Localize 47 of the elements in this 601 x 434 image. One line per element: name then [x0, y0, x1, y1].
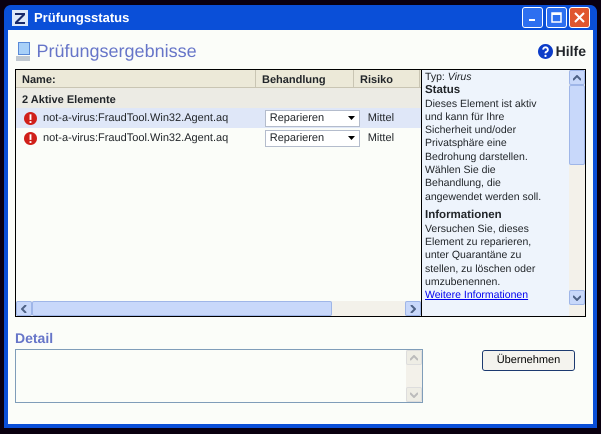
column-header[interactable]: Behandlung	[256, 70, 354, 87]
treatment-dropdown[interactable]: Reparieren	[264, 130, 360, 146]
window-title: Prüfungsstatus	[34, 8, 130, 27]
status-heading: Status	[425, 84, 462, 98]
maximize-icon	[550, 12, 562, 23]
threat-name: not-a-virus:FraudTool.Win32.Agent.aq	[43, 130, 230, 146]
risk-cell-text: Mittel	[368, 130, 394, 146]
treatment-dropdown[interactable]: Reparieren	[264, 110, 360, 126]
threat-name: not-a-virus:FraudTool.Win32.Agent.aq	[43, 110, 230, 126]
computer-icon	[15, 40, 31, 62]
info-text: Versuchen Sie, dieses Element zu reparieren, unter Quarantäne zu stellen, zu löschen oder umzubenennen.	[425, 222, 536, 290]
apply-button[interactable]: Übernehmen	[482, 350, 575, 370]
scrollbar-thumb[interactable]	[569, 85, 585, 165]
warning-icon	[24, 112, 37, 124]
close-button[interactable]	[569, 7, 590, 28]
app-logo-icon	[12, 10, 28, 26]
right-chevron-icon	[410, 304, 416, 312]
up-chevron-icon	[573, 74, 581, 80]
scrollbar-thumb[interactable]	[32, 301, 332, 316]
up-chevron-icon	[410, 354, 418, 360]
dropdown-caret-icon	[348, 116, 355, 120]
column-header[interactable]: Name:	[16, 70, 256, 87]
minimize-button[interactable]	[522, 7, 543, 28]
status-text: Dieses Element ist aktiv und kann für Ihre Sicherheit und/oder Privatsphäre eine Bedrohung darstellen. Wählen Sie die Behandlung, die angewendet werden soll.	[425, 98, 542, 204]
page-heading: Prüfungsergebnisse	[36, 40, 197, 63]
risk-cell-text: Mittel	[368, 110, 394, 126]
left-chevron-icon	[21, 304, 27, 312]
down-chevron-icon	[410, 392, 418, 398]
detail-label: Detail	[15, 329, 54, 348]
scroll-down-button[interactable]	[569, 290, 585, 305]
type-line: Typ: Virus	[425, 71, 472, 84]
info-heading: Informationen	[425, 209, 503, 223]
scroll-left-button[interactable]	[16, 301, 32, 316]
close-icon	[574, 12, 586, 23]
help-link[interactable]: Hilfe	[556, 41, 586, 62]
result-row[interactable]: not-a-virus:FraudTool.Win32.Agent.aq Reparieren Mittel	[16, 108, 421, 128]
result-row[interactable]: not-a-virus:FraudTool.Win32.Agent.aq Reparieren Mittel	[16, 128, 421, 148]
warning-icon	[24, 132, 37, 144]
down-chevron-icon	[573, 294, 581, 300]
more-info-link[interactable]: Weitere Informationen	[425, 289, 528, 302]
dropdown-caret-icon	[348, 136, 355, 140]
scroll-up-button[interactable]	[569, 70, 585, 85]
maximize-button[interactable]	[546, 7, 566, 28]
column-header[interactable]: Risiko	[354, 70, 420, 87]
help-icon[interactable]	[538, 44, 553, 59]
group-header: 2 Aktive Elemente	[16, 88, 421, 108]
scroll-right-button[interactable]	[405, 301, 421, 316]
